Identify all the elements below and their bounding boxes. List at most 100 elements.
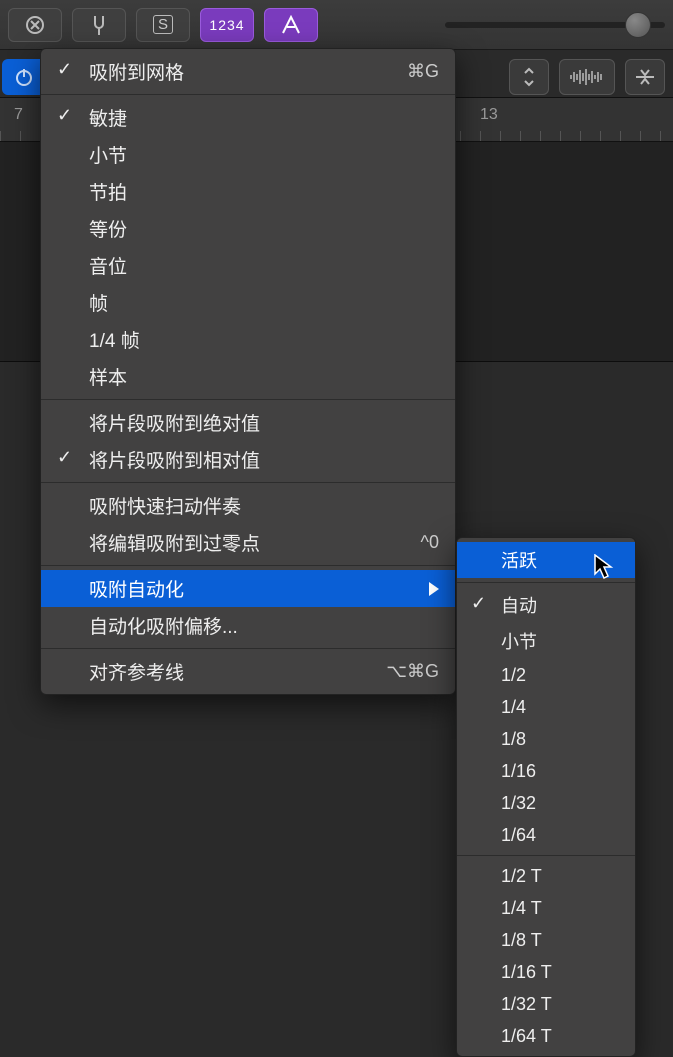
- menu-label: 1/4 帧: [89, 326, 140, 353]
- automation-icon: [281, 15, 301, 35]
- menu-snap-zero[interactable]: 将编辑吸附到过零点 ^0: [41, 524, 455, 561]
- menu-separator: [457, 855, 635, 856]
- submenu-1-2t[interactable]: 1/2 T: [457, 860, 635, 892]
- menu-label: 将编辑吸附到过零点: [89, 529, 260, 556]
- top-toolbar: S 1234: [0, 0, 673, 50]
- menu-label: 1/8 T: [501, 930, 542, 951]
- menu-label: 1/16 T: [501, 962, 552, 983]
- submenu-1-8t[interactable]: 1/8 T: [457, 924, 635, 956]
- submenu-1-4t[interactable]: 1/4 T: [457, 892, 635, 924]
- automation-button[interactable]: [264, 8, 318, 42]
- submenu-1-2[interactable]: 1/2: [457, 659, 635, 691]
- vcenter-button[interactable]: [625, 59, 665, 95]
- menu-label: 等份: [89, 215, 127, 242]
- menu-label: 小节: [501, 628, 537, 654]
- snap-label: 1234: [209, 17, 244, 33]
- menu-ticks[interactable]: 音位: [41, 247, 455, 284]
- submenu-1-32t[interactable]: 1/32 T: [457, 988, 635, 1020]
- close-button[interactable]: [8, 8, 62, 42]
- tuning-fork-icon: [90, 14, 108, 36]
- menu-label: 活跃: [501, 547, 537, 573]
- ruler-marker-13: 13: [480, 106, 498, 124]
- submenu-1-16[interactable]: 1/16: [457, 755, 635, 787]
- menu-automation-offset[interactable]: 自动化吸附偏移...: [41, 607, 455, 644]
- menu-label: 1/32 T: [501, 994, 552, 1015]
- menu-label: 1/64 T: [501, 1026, 552, 1047]
- menu-label: 1/64: [501, 825, 536, 846]
- close-icon: [26, 16, 44, 34]
- waveform-button[interactable]: [559, 59, 615, 95]
- menu-shortcut: ⌘G: [407, 61, 439, 82]
- menu-separator: [41, 399, 455, 400]
- check-icon: ✓: [57, 59, 72, 80]
- submenu-1-32[interactable]: 1/32: [457, 787, 635, 819]
- tuning-fork-button[interactable]: [72, 8, 126, 42]
- ruler-marker-7: 7: [14, 106, 23, 124]
- menu-label: 音位: [89, 252, 127, 279]
- updown-icon: [522, 66, 536, 88]
- submenu-1-16t[interactable]: 1/16 T: [457, 956, 635, 988]
- menu-label: 1/2: [501, 665, 526, 686]
- menu-label: 节拍: [89, 178, 127, 205]
- menu-separator: [41, 482, 455, 483]
- menu-snap-automation[interactable]: 吸附自动化: [41, 570, 455, 607]
- menu-separator: [41, 565, 455, 566]
- submenu-1-64[interactable]: 1/64: [457, 819, 635, 851]
- check-icon: ✓: [57, 105, 72, 126]
- menu-separator: [41, 94, 455, 95]
- snap-button[interactable]: 1234: [200, 8, 254, 42]
- snap-context-menu: ✓ 吸附到网格 ⌘G ✓ 敏捷 小节 节拍 等份 音位 帧 1/4 帧 样本 将…: [40, 48, 456, 695]
- menu-label: 样本: [89, 363, 127, 390]
- menu-label: 1/32: [501, 793, 536, 814]
- menu-label: 吸附自动化: [89, 575, 184, 602]
- submenu-1-8[interactable]: 1/8: [457, 723, 635, 755]
- power-icon: [13, 66, 35, 88]
- menu-label: 敏捷: [89, 104, 127, 131]
- menu-samples[interactable]: 样本: [41, 358, 455, 395]
- menu-shortcut: ^0: [421, 532, 439, 553]
- vcenter-icon: [634, 67, 656, 87]
- menu-division[interactable]: 等份: [41, 210, 455, 247]
- zoom-slider[interactable]: [445, 22, 665, 28]
- menu-separator: [41, 648, 455, 649]
- menu-label: 1/8: [501, 729, 526, 750]
- updown-button[interactable]: [509, 59, 549, 95]
- menu-snap-to-grid[interactable]: ✓ 吸附到网格 ⌘G: [41, 53, 455, 90]
- menu-beat[interactable]: 节拍: [41, 173, 455, 210]
- menu-label: 自动: [501, 592, 537, 618]
- solo-label: S: [153, 15, 173, 34]
- solo-button[interactable]: S: [136, 8, 190, 42]
- submenu-auto[interactable]: ✓ 自动: [457, 587, 635, 623]
- menu-separator: [457, 582, 635, 583]
- menu-label: 将片段吸附到相对值: [89, 446, 260, 473]
- menu-snap-absolute[interactable]: 将片段吸附到绝对值: [41, 404, 455, 441]
- submenu-1-4[interactable]: 1/4: [457, 691, 635, 723]
- menu-snap-relative[interactable]: ✓ 将片段吸附到相对值: [41, 441, 455, 478]
- menu-label: 帧: [89, 289, 108, 316]
- menu-label: 吸附快速扫动伴奏: [89, 492, 241, 519]
- menu-label: 将片段吸附到绝对值: [89, 409, 260, 436]
- menu-label: 1/2 T: [501, 866, 542, 887]
- submenu-bar[interactable]: 小节: [457, 623, 635, 659]
- menu-frames[interactable]: 帧: [41, 284, 455, 321]
- menu-shortcut: ⌥⌘G: [386, 661, 439, 682]
- menu-label: 自动化吸附偏移...: [89, 612, 238, 639]
- menu-label: 小节: [89, 141, 127, 168]
- menu-label: 1/16: [501, 761, 536, 782]
- zoom-slider-knob[interactable]: [625, 12, 651, 38]
- submenu-1-64t[interactable]: 1/64 T: [457, 1020, 635, 1052]
- submenu-active[interactable]: 活跃: [457, 542, 635, 578]
- menu-guides[interactable]: 对齐参考线 ⌥⌘G: [41, 653, 455, 690]
- menu-snap-scrub[interactable]: 吸附快速扫动伴奏: [41, 487, 455, 524]
- menu-label: 吸附到网格: [89, 58, 184, 85]
- check-icon: ✓: [471, 593, 486, 614]
- menu-label: 1/4 T: [501, 898, 542, 919]
- menu-label: 1/4: [501, 697, 526, 718]
- menu-smart[interactable]: ✓ 敏捷: [41, 99, 455, 136]
- menu-label: 对齐参考线: [89, 658, 184, 685]
- submenu-arrow-icon: [429, 582, 439, 596]
- menu-quarter-frames[interactable]: 1/4 帧: [41, 321, 455, 358]
- menu-bar[interactable]: 小节: [41, 136, 455, 173]
- waveform-icon: [569, 68, 605, 86]
- check-icon: ✓: [57, 447, 72, 468]
